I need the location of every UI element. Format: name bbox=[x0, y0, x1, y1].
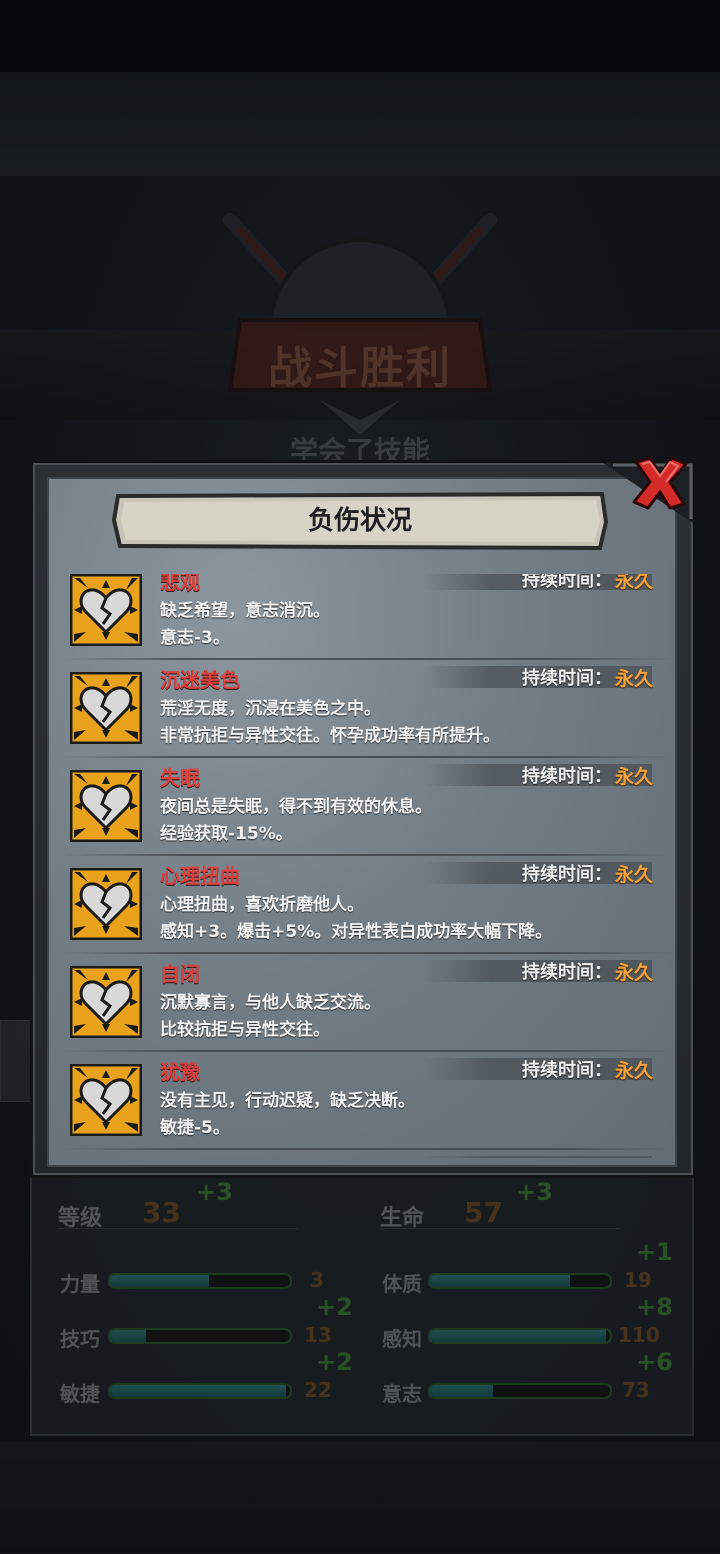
injury-name: 心理扭曲 bbox=[160, 864, 240, 888]
injury-description: 心理扭曲，喜欢折磨他人。 bbox=[160, 895, 364, 915]
dialog-title: 负伤状况 bbox=[307, 506, 412, 536]
duration-value: 永久 bbox=[615, 864, 654, 886]
injury-effect: 感知+3。爆击+5%。对异性表白成功率大幅下降。 bbox=[160, 922, 553, 942]
duration-label: 持续时间： bbox=[522, 668, 612, 689]
injury-item[interactable]: 悲观 持续时间： 永久 缺乏希望，意志消沉。 意志-3。 bbox=[62, 574, 672, 660]
duration-value: 永久 bbox=[615, 1154, 653, 1158]
duration-label: 持续时间： bbox=[522, 1060, 612, 1081]
injury-item[interactable]: 自闭 持续时间： 永久 沉默寡言，与他人缺乏交流。 比较抗拒与异性交往。 bbox=[62, 954, 672, 1052]
injury-list-scroll[interactable]: 悲观 持续时间： 永久 缺乏希望，意志消沉。 意志-3。 沉迷美色 持续时间： … bbox=[62, 574, 672, 1158]
injury-item[interactable]: 不安 持续时间： 永久 bbox=[62, 1150, 672, 1158]
duration-label: 持续时间： bbox=[522, 864, 612, 885]
broken-heart-icon bbox=[70, 770, 142, 842]
duration-label: 持续时间： bbox=[522, 962, 612, 983]
injury-effect: 经验获取-15%。 bbox=[160, 824, 293, 844]
broken-heart-icon bbox=[70, 672, 142, 744]
close-icon[interactable] bbox=[630, 454, 690, 512]
injury-name: 悲观 bbox=[160, 574, 200, 594]
injury-effect: 比较抗拒与异性交往。 bbox=[160, 1020, 330, 1040]
duration-value: 永久 bbox=[615, 962, 654, 984]
injury-description: 荒淫无度，沉浸在美色之中。 bbox=[160, 699, 381, 719]
duration-value: 永久 bbox=[615, 766, 654, 788]
injury-name: 不安 bbox=[160, 1154, 200, 1158]
game-screen: 战斗胜利 学会了技能 等级 33 +3 生命 57 +3 力量 3 +1 体质 … bbox=[0, 0, 720, 1554]
duration-label: 持续时间： bbox=[522, 766, 612, 787]
injury-list: 悲观 持续时间： 永久 缺乏希望，意志消沉。 意志-3。 沉迷美色 持续时间： … bbox=[62, 574, 672, 1158]
injury-description: 没有主见，行动迟疑，缺乏决断。 bbox=[160, 1091, 415, 1111]
broken-heart-icon bbox=[70, 1064, 142, 1136]
injury-description: 夜间总是失眠，得不到有效的休息。 bbox=[160, 797, 432, 817]
injury-name: 失眠 bbox=[160, 766, 200, 790]
injury-name: 犹豫 bbox=[160, 1060, 200, 1084]
injury-description: 沉默寡言，与他人缺乏交流。 bbox=[160, 993, 381, 1013]
duration-value: 永久 bbox=[615, 668, 654, 690]
injury-item[interactable]: 心理扭曲 持续时间： 永久 心理扭曲，喜欢折磨他人。 感知+3。爆击+5%。对异… bbox=[62, 856, 672, 954]
duration-value: 永久 bbox=[615, 574, 654, 592]
duration-label: 持续时间： bbox=[522, 574, 612, 591]
broken-heart-icon bbox=[70, 868, 142, 940]
injury-name: 沉迷美色 bbox=[160, 668, 240, 692]
duration-label: 持续时间： bbox=[522, 1154, 612, 1158]
injury-name: 自闭 bbox=[160, 962, 200, 986]
injury-item[interactable]: 沉迷美色 持续时间： 永久 荒淫无度，沉浸在美色之中。 非常抗拒与异性交往。怀孕… bbox=[62, 660, 672, 758]
injury-effect: 敏捷-5。 bbox=[160, 1118, 230, 1138]
injury-effect: 意志-3。 bbox=[160, 628, 230, 648]
injury-item[interactable]: 犹豫 持续时间： 永久 没有主见，行动迟疑，缺乏决断。 敏捷-5。 bbox=[62, 1052, 672, 1150]
injury-description: 缺乏希望，意志消沉。 bbox=[160, 601, 330, 621]
broken-heart-icon bbox=[70, 966, 142, 1038]
injury-effect: 非常抗拒与异性交往。怀孕成功率有所提升。 bbox=[160, 726, 500, 746]
duration-value: 永久 bbox=[615, 1060, 654, 1082]
broken-heart-icon bbox=[70, 574, 142, 646]
injury-item[interactable]: 失眠 持续时间： 永久 夜间总是失眠，得不到有效的休息。 经验获取-15%。 bbox=[62, 758, 672, 856]
